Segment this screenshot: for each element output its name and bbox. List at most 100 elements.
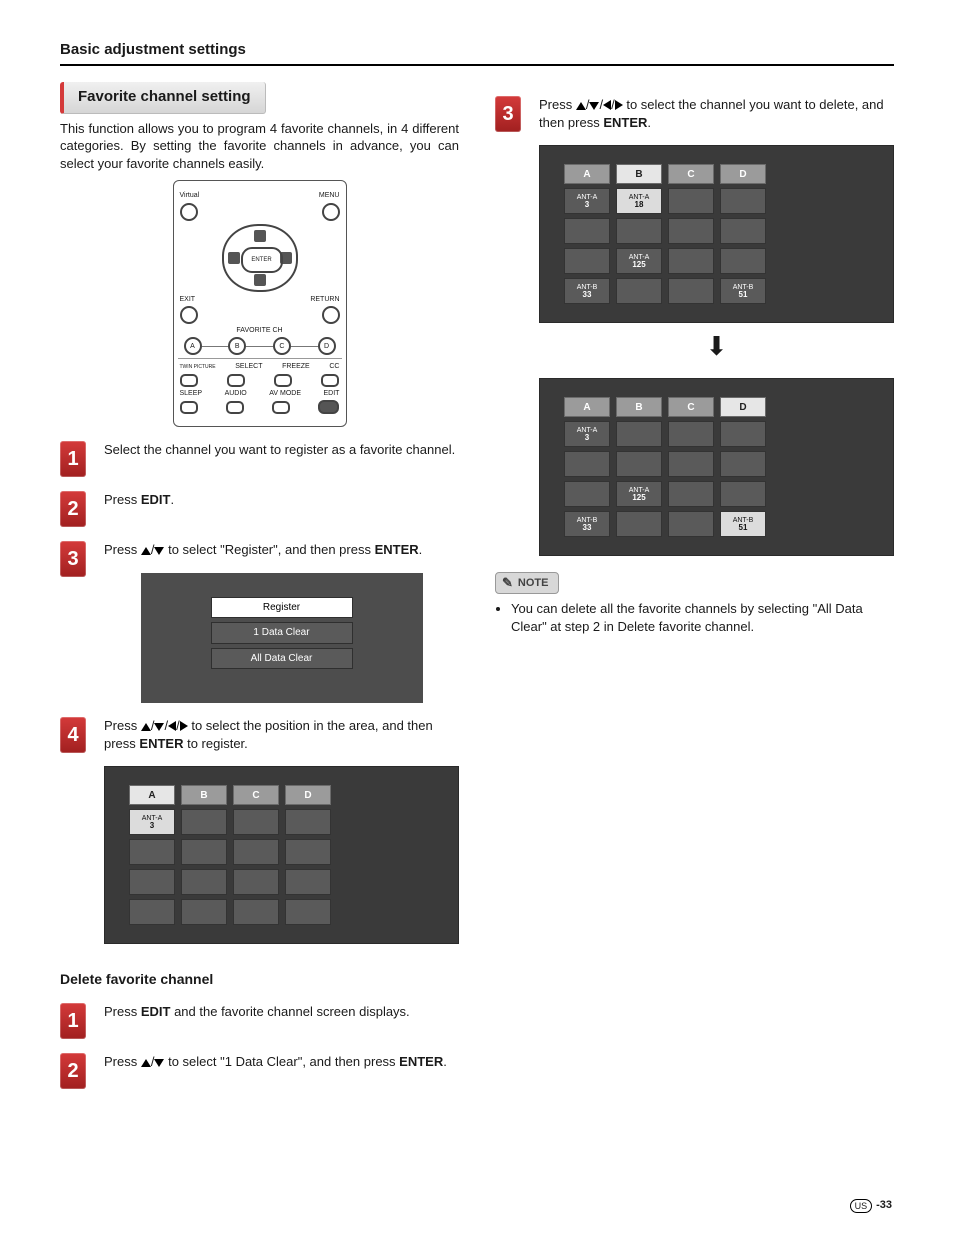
delete-heading: Delete favorite channel bbox=[60, 970, 459, 989]
arrow-down-icon bbox=[154, 547, 164, 555]
remote-fav-c: C bbox=[273, 337, 291, 355]
step-badge-d3: 3 bbox=[495, 96, 521, 132]
grid-cell: ANT-A18 bbox=[616, 188, 662, 214]
grid-cell bbox=[720, 451, 766, 477]
remote-label-sleep: SLEEP bbox=[180, 389, 203, 398]
grid-cell bbox=[285, 809, 331, 835]
delete-step-1-text: Press EDIT and the favorite channel scre… bbox=[104, 1003, 459, 1039]
note-label: NOTE bbox=[518, 576, 549, 591]
grid-cell bbox=[129, 899, 175, 925]
remote-fav-b: B bbox=[228, 337, 246, 355]
grid-cell bbox=[285, 899, 331, 925]
remote-btn-sleep bbox=[180, 401, 198, 414]
grid-cell bbox=[564, 481, 610, 507]
remote-label-return: RETURN bbox=[310, 295, 339, 304]
register-menu-panel: Register 1 Data Clear All Data Clear bbox=[141, 573, 423, 704]
grid-header-c: C bbox=[668, 164, 714, 184]
note-icon: ✎ bbox=[502, 574, 513, 592]
step-3-text: Press / to select "Register", and then p… bbox=[104, 541, 459, 703]
delete-step-3: 3 Press /// to select the channel you wa… bbox=[495, 96, 894, 556]
grid-cell bbox=[129, 839, 175, 865]
right-column: 3 Press /// to select the channel you wa… bbox=[495, 82, 894, 1089]
remote-btn-edit bbox=[318, 400, 339, 414]
grid-cell bbox=[564, 248, 610, 274]
grid-cell bbox=[668, 481, 714, 507]
arrow-up-icon bbox=[141, 1059, 151, 1067]
remote-btn-select bbox=[227, 374, 245, 387]
grid-cell bbox=[668, 248, 714, 274]
arrow-down-icon bbox=[154, 723, 164, 731]
grid-cell bbox=[668, 188, 714, 214]
delete-step-2: 2 Press / to select "1 Data Clear", and … bbox=[60, 1053, 459, 1089]
remote-label-menu: MENU bbox=[319, 191, 340, 200]
remote-label-select: SELECT bbox=[235, 362, 262, 371]
grid-cell bbox=[668, 278, 714, 304]
grid-header-d: D bbox=[720, 164, 766, 184]
grid-cell bbox=[181, 839, 227, 865]
grid-cell bbox=[616, 218, 662, 244]
arrow-left-icon bbox=[603, 100, 611, 110]
remote-fav-d: D bbox=[318, 337, 336, 355]
grid-cell: ANT-A3 bbox=[564, 421, 610, 447]
grid-header-b: B bbox=[616, 164, 662, 184]
grid-cell bbox=[720, 481, 766, 507]
page-number: -33 bbox=[876, 1198, 892, 1213]
delete-step-2-text: Press / to select "1 Data Clear", and th… bbox=[104, 1053, 459, 1089]
step-badge-1: 1 bbox=[60, 441, 86, 477]
grid-cell bbox=[285, 839, 331, 865]
step-badge-d1: 1 bbox=[60, 1003, 86, 1039]
grid-header-c: C bbox=[668, 397, 714, 417]
page-section-title: Basic adjustment settings bbox=[60, 40, 894, 60]
grid-header-a: A bbox=[564, 164, 610, 184]
remote-label-audio: AUDIO bbox=[225, 389, 247, 398]
grid-cell bbox=[720, 218, 766, 244]
remote-btn-exit bbox=[180, 306, 198, 324]
grid-cell bbox=[616, 421, 662, 447]
remote-label-cc: CC bbox=[329, 362, 339, 371]
grid-cell bbox=[233, 809, 279, 835]
grid-cell bbox=[285, 869, 331, 895]
remote-illustration: Virtual MENU ENTER EXIT RETURN bbox=[173, 180, 347, 427]
manual-page: Basic adjustment settings Favorite chann… bbox=[0, 0, 954, 1235]
arrow-up-icon bbox=[141, 547, 151, 555]
remote-btn-freeze bbox=[274, 374, 292, 387]
delete-step-3-text: Press /// to select the channel you want… bbox=[539, 96, 894, 556]
grid-cell bbox=[668, 421, 714, 447]
remote-btn-avmode bbox=[272, 401, 290, 414]
step-3: 3 Press / to select "Register", and then… bbox=[60, 541, 459, 703]
step-badge-2: 2 bbox=[60, 491, 86, 527]
step-1: 1 Select the channel you want to registe… bbox=[60, 441, 459, 477]
grid-cell bbox=[233, 869, 279, 895]
divider bbox=[60, 64, 894, 66]
remote-label-avmode: AV MODE bbox=[269, 389, 301, 398]
grid-header-c: C bbox=[233, 785, 279, 805]
grid-cell bbox=[129, 869, 175, 895]
grid-cell bbox=[616, 451, 662, 477]
grid-header-a: A bbox=[564, 397, 610, 417]
step-badge-3: 3 bbox=[60, 541, 86, 577]
grid-header-b: B bbox=[181, 785, 227, 805]
nav-up-icon bbox=[254, 230, 266, 242]
remote-btn-virtual bbox=[180, 203, 198, 221]
menu-all-data-clear: All Data Clear bbox=[211, 648, 353, 670]
remote-label-freeze: FREEZE bbox=[282, 362, 310, 371]
channel-grid-step4: A B C D ANT-A3 bbox=[104, 766, 459, 944]
channel-grid-after: A B C D ANT-A3 bbox=[539, 378, 894, 556]
arrow-down-icon bbox=[154, 1059, 164, 1067]
grid-cell bbox=[616, 511, 662, 537]
delete-step-1: 1 Press EDIT and the favorite channel sc… bbox=[60, 1003, 459, 1039]
remote-btn-menu bbox=[322, 203, 340, 221]
step-4-text: Press /// to select the position in the … bbox=[104, 717, 459, 944]
grid-cell: ANT-B33 bbox=[564, 511, 610, 537]
grid-cell bbox=[564, 451, 610, 477]
menu-1-data-clear: 1 Data Clear bbox=[211, 622, 353, 644]
grid-cell bbox=[233, 899, 279, 925]
region-badge: US bbox=[850, 1199, 873, 1213]
arrow-right-icon bbox=[615, 100, 623, 110]
step-badge-4: 4 bbox=[60, 717, 86, 753]
page-footer: US -33 bbox=[850, 1198, 892, 1213]
arrow-right-icon bbox=[180, 721, 188, 731]
grid-header-b: B bbox=[616, 397, 662, 417]
remote-fav-a: A bbox=[184, 337, 202, 355]
remote-btn-cc bbox=[321, 374, 339, 387]
